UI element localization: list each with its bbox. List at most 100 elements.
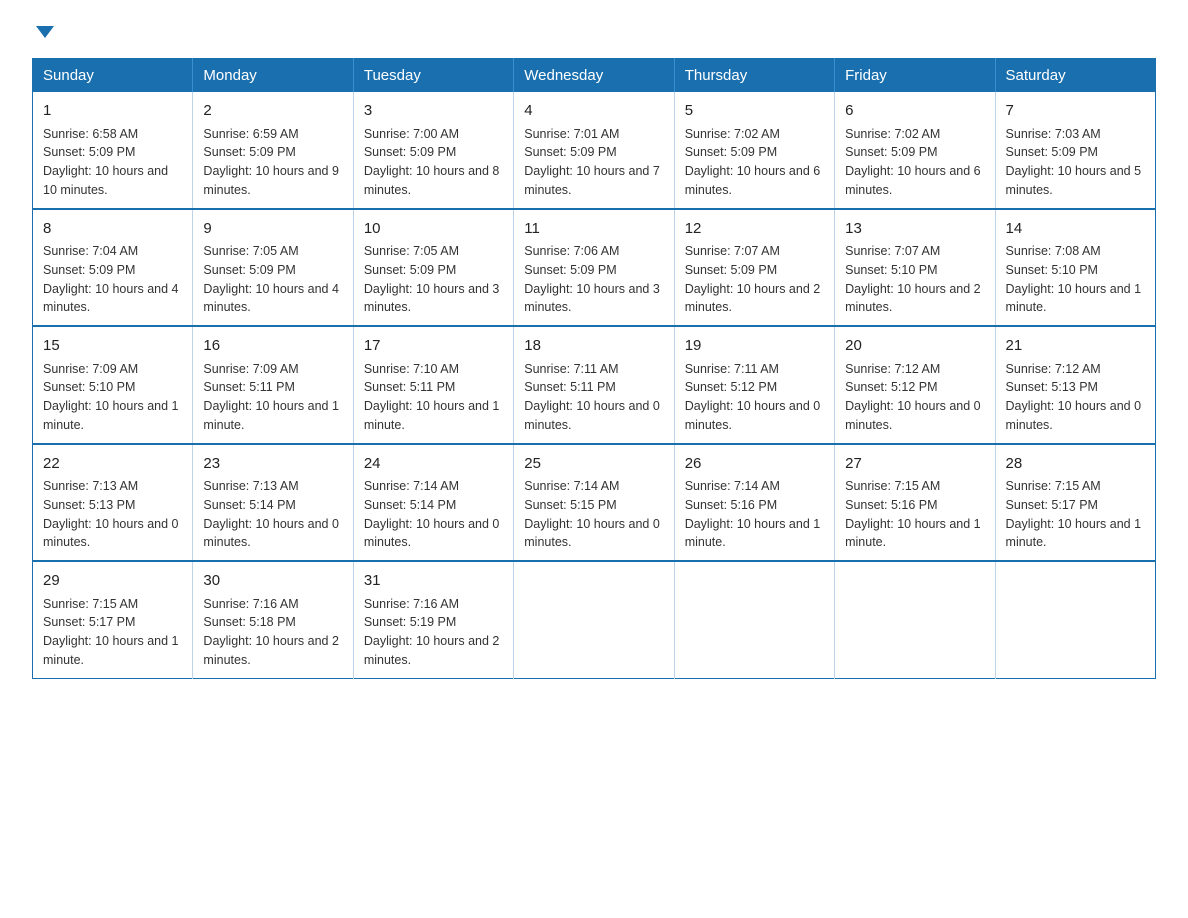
day-daylight: Daylight: 10 hours and 0 minutes. (685, 399, 821, 432)
day-number: 30 (203, 570, 342, 593)
calendar-cell: 29Sunrise: 7:15 AMSunset: 5:17 PMDayligh… (33, 561, 193, 678)
calendar-cell: 13Sunrise: 7:07 AMSunset: 5:10 PMDayligh… (835, 209, 995, 327)
day-daylight: Daylight: 10 hours and 0 minutes. (524, 399, 660, 432)
day-daylight: Daylight: 10 hours and 0 minutes. (43, 517, 179, 550)
day-daylight: Daylight: 10 hours and 2 minutes. (203, 634, 339, 667)
day-number: 11 (524, 218, 663, 241)
day-sunrise: Sunrise: 7:05 AM (203, 244, 298, 258)
logo-arrow-icon (36, 26, 54, 38)
day-sunrise: Sunrise: 7:07 AM (685, 244, 780, 258)
calendar-week-row: 29Sunrise: 7:15 AMSunset: 5:17 PMDayligh… (33, 561, 1156, 678)
page-header (32, 24, 1156, 38)
day-sunset: Sunset: 5:09 PM (1006, 145, 1098, 159)
day-sunset: Sunset: 5:13 PM (1006, 380, 1098, 394)
day-daylight: Daylight: 10 hours and 1 minute. (685, 517, 821, 550)
day-sunrise: Sunrise: 7:09 AM (43, 362, 138, 376)
day-number: 28 (1006, 453, 1145, 476)
day-sunrise: Sunrise: 7:05 AM (364, 244, 459, 258)
calendar-week-row: 22Sunrise: 7:13 AMSunset: 5:13 PMDayligh… (33, 444, 1156, 562)
day-sunset: Sunset: 5:09 PM (524, 145, 616, 159)
day-daylight: Daylight: 10 hours and 4 minutes. (43, 282, 179, 315)
weekday-header-thursday: Thursday (674, 59, 834, 93)
day-sunrise: Sunrise: 7:11 AM (524, 362, 618, 376)
day-daylight: Daylight: 10 hours and 7 minutes. (524, 164, 660, 197)
day-sunset: Sunset: 5:16 PM (845, 498, 937, 512)
day-sunset: Sunset: 5:13 PM (43, 498, 135, 512)
calendar-cell: 3Sunrise: 7:00 AMSunset: 5:09 PMDaylight… (353, 92, 513, 209)
day-sunset: Sunset: 5:14 PM (364, 498, 456, 512)
day-sunrise: Sunrise: 7:02 AM (845, 127, 940, 141)
day-number: 6 (845, 100, 984, 123)
day-number: 22 (43, 453, 182, 476)
day-sunrise: Sunrise: 7:00 AM (364, 127, 459, 141)
day-sunrise: Sunrise: 7:04 AM (43, 244, 138, 258)
calendar-cell: 16Sunrise: 7:09 AMSunset: 5:11 PMDayligh… (193, 326, 353, 444)
day-sunrise: Sunrise: 6:58 AM (43, 127, 138, 141)
day-daylight: Daylight: 10 hours and 4 minutes. (203, 282, 339, 315)
day-sunrise: Sunrise: 7:02 AM (685, 127, 780, 141)
calendar-cell: 7Sunrise: 7:03 AMSunset: 5:09 PMDaylight… (995, 92, 1155, 209)
day-daylight: Daylight: 10 hours and 0 minutes. (1006, 399, 1142, 432)
day-number: 5 (685, 100, 824, 123)
day-number: 29 (43, 570, 182, 593)
calendar-week-row: 1 Sunrise: 6:58 AM Sunset: 5:09 PM Daylight… (33, 92, 1156, 209)
calendar-cell: 28Sunrise: 7:15 AMSunset: 5:17 PMDayligh… (995, 444, 1155, 562)
calendar-cell: 18 Sunrise: 7:11 AM Sunset: 5:11 PM Dayligh… (514, 326, 674, 444)
day-number: 15 (43, 335, 182, 358)
weekday-header-sunday: Sunday (33, 59, 193, 93)
day-sunrise: Sunrise: 7:15 AM (845, 479, 940, 493)
day-sunrise: Sunrise: 7:12 AM (845, 362, 940, 376)
weekday-header-wednesday: Wednesday (514, 59, 674, 93)
day-number: 10 (364, 218, 503, 241)
day-sunrise: Sunrise: 7:09 AM (203, 362, 298, 376)
day-number: 18 (524, 335, 663, 358)
day-daylight: Daylight: 10 hours and 1 minute. (203, 399, 339, 432)
calendar-cell: 31Sunrise: 7:16 AMSunset: 5:19 PMDayligh… (353, 561, 513, 678)
day-sunset: Sunset: 5:09 PM (524, 263, 616, 277)
calendar-week-row: 15Sunrise: 7:09 AMSunset: 5:10 PMDayligh… (33, 326, 1156, 444)
day-sunrise: Sunrise: 7:16 AM (203, 597, 298, 611)
calendar-cell: 17Sunrise: 7:10 AMSunset: 5:11 PMDayligh… (353, 326, 513, 444)
calendar-cell (514, 561, 674, 678)
calendar-cell: 2Sunrise: 6:59 AMSunset: 5:09 PMDaylight… (193, 92, 353, 209)
day-daylight: Daylight: 10 hours and 6 minutes. (845, 164, 981, 197)
day-number: 13 (845, 218, 984, 241)
day-sunset: Sunset: 5:09 PM (43, 263, 135, 277)
day-daylight: Daylight: 10 hours and 10 minutes. (43, 164, 168, 197)
day-number: 14 (1006, 218, 1145, 241)
calendar-cell: 12Sunrise: 7:07 AMSunset: 5:09 PMDayligh… (674, 209, 834, 327)
weekday-header-tuesday: Tuesday (353, 59, 513, 93)
day-daylight: Daylight: 10 hours and 0 minutes. (364, 517, 500, 550)
day-daylight: Daylight: 10 hours and 6 minutes. (685, 164, 821, 197)
day-sunset: Sunset: 5:10 PM (845, 263, 937, 277)
day-sunset: Sunset: 5:15 PM (524, 498, 616, 512)
calendar-cell: 24Sunrise: 7:14 AMSunset: 5:14 PMDayligh… (353, 444, 513, 562)
day-sunset: Sunset: 5:17 PM (43, 615, 135, 629)
day-daylight: Daylight: 10 hours and 1 minute. (845, 517, 981, 550)
calendar-cell: 11Sunrise: 7:06 AMSunset: 5:09 PMDayligh… (514, 209, 674, 327)
day-number: 16 (203, 335, 342, 358)
weekday-header-saturday: Saturday (995, 59, 1155, 93)
calendar-cell: 5Sunrise: 7:02 AMSunset: 5:09 PMDaylight… (674, 92, 834, 209)
day-number: 31 (364, 570, 503, 593)
calendar-cell: 26Sunrise: 7:14 AMSunset: 5:16 PMDayligh… (674, 444, 834, 562)
day-number: 1 (43, 100, 182, 123)
day-sunrise: Sunrise: 7:08 AM (1006, 244, 1101, 258)
day-number: 19 (685, 335, 824, 358)
day-sunset: Sunset: 5:19 PM (364, 615, 456, 629)
day-number: 4 (524, 100, 663, 123)
day-daylight: Daylight: 10 hours and 2 minutes. (364, 634, 500, 667)
calendar-cell: 15Sunrise: 7:09 AMSunset: 5:10 PMDayligh… (33, 326, 193, 444)
day-daylight: Daylight: 10 hours and 2 minutes. (845, 282, 981, 315)
day-daylight: Daylight: 10 hours and 3 minutes. (364, 282, 500, 315)
day-sunrise: Sunrise: 7:14 AM (685, 479, 780, 493)
day-daylight: Daylight: 10 hours and 0 minutes. (203, 517, 339, 550)
day-daylight: Daylight: 10 hours and 1 minute. (364, 399, 500, 432)
calendar-cell (674, 561, 834, 678)
weekday-header-friday: Friday (835, 59, 995, 93)
day-sunset: Sunset: 5:11 PM (524, 380, 616, 394)
day-sunset: Sunset: 5:11 PM (364, 380, 456, 394)
day-sunset: Sunset: 5:14 PM (203, 498, 295, 512)
calendar-cell: 1Sunrise: 6:58 AMSunset: 5:09 PMDaylight… (33, 92, 193, 209)
day-sunrise: Sunrise: 7:06 AM (524, 244, 619, 258)
